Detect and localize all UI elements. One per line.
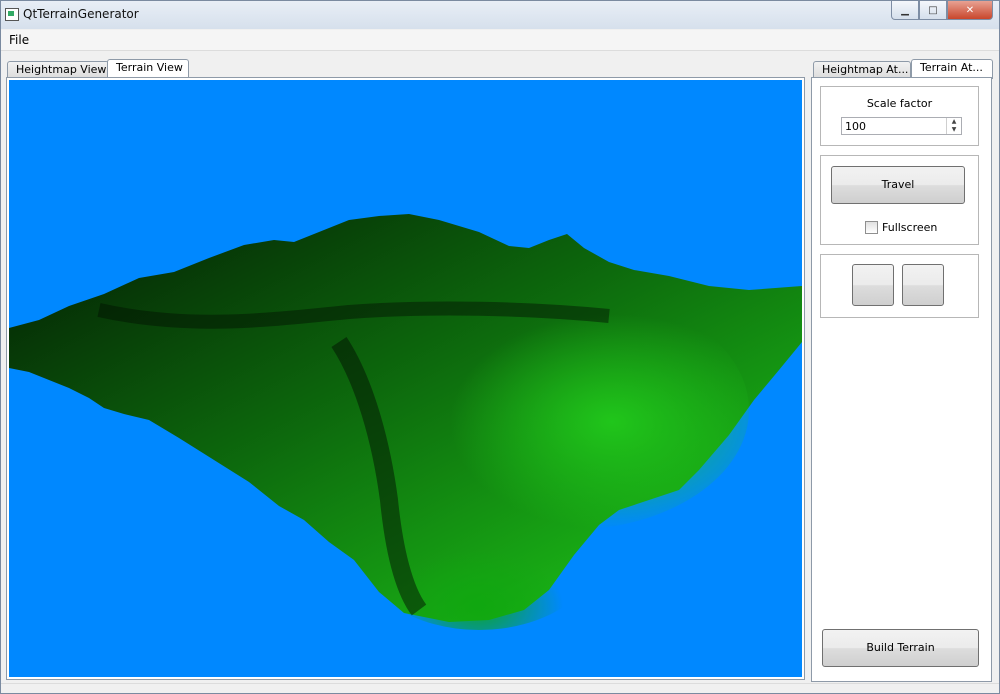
minimize-icon: ▁ xyxy=(901,4,909,16)
spin-up-icon[interactable]: ▲ xyxy=(947,118,961,126)
close-button[interactable]: ✕ xyxy=(947,1,993,20)
menu-bar: File xyxy=(1,30,999,51)
app-window: QtTerrainGenerator ▁ □ ✕ File Heightmap … xyxy=(0,0,1000,694)
terrain-view-panel xyxy=(6,77,805,680)
spin-down-icon[interactable]: ▼ xyxy=(947,126,961,134)
tab-terrain-view[interactable]: Terrain View xyxy=(107,59,189,79)
travel-group: Travel Fullscreen xyxy=(820,155,979,245)
tool-button-2[interactable] xyxy=(902,264,944,306)
fullscreen-label: Fullscreen xyxy=(882,221,938,234)
scale-factor-value[interactable]: 100 xyxy=(845,120,866,133)
spin-buttons[interactable]: ▲ ▼ xyxy=(946,118,961,134)
fullscreen-checkbox[interactable] xyxy=(865,221,878,234)
close-icon: ✕ xyxy=(965,4,975,16)
scale-factor-spinbox[interactable]: 100 ▲ ▼ xyxy=(841,117,962,135)
travel-button[interactable]: Travel xyxy=(831,166,965,204)
minimize-button[interactable]: ▁ xyxy=(891,1,919,20)
tab-heightmap-attributes[interactable]: Heightmap At... xyxy=(813,61,911,78)
maximize-icon: □ xyxy=(928,4,938,16)
status-bar xyxy=(1,683,999,693)
window-title: QtTerrainGenerator xyxy=(23,7,139,21)
app-icon xyxy=(5,8,19,21)
menu-file[interactable]: File xyxy=(9,33,29,47)
terrain-render xyxy=(9,214,802,630)
build-terrain-button[interactable]: Build Terrain xyxy=(822,629,979,667)
terrain-3d-view[interactable] xyxy=(9,80,802,677)
misc-buttons-group xyxy=(820,254,979,318)
tab-heightmap-view[interactable]: Heightmap View xyxy=(7,61,109,78)
terrain-attributes-panel: Scale factor 100 ▲ ▼ Travel Fullscreen B… xyxy=(811,77,992,682)
maximize-button[interactable]: □ xyxy=(919,1,947,20)
title-bar[interactable]: QtTerrainGenerator ▁ □ ✕ xyxy=(1,1,999,29)
scale-factor-label: Scale factor xyxy=(866,97,933,110)
tool-button-1[interactable] xyxy=(852,264,894,306)
scale-group: Scale factor 100 ▲ ▼ xyxy=(820,86,979,146)
tab-terrain-attributes[interactable]: Terrain At... xyxy=(911,59,993,79)
